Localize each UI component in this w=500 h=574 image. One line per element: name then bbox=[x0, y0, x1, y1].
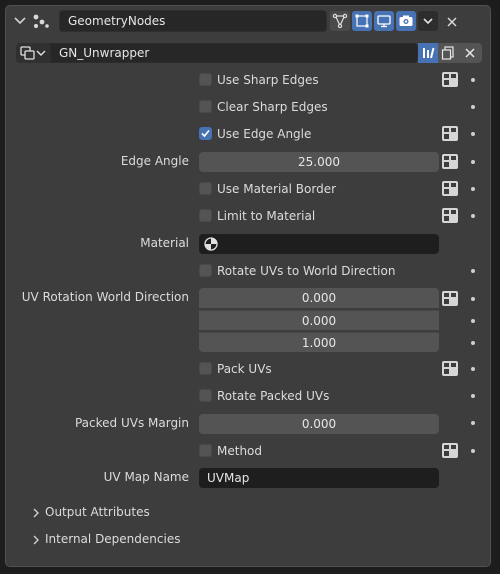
render-camera-icon[interactable] bbox=[396, 11, 416, 31]
rotate-uvs-checkbox[interactable] bbox=[199, 264, 212, 277]
clear-sharp-edges-label: Clear Sharp Edges bbox=[217, 100, 328, 114]
uv-rotation-label: UV Rotation World Direction bbox=[21, 290, 189, 304]
keyframe-dot-icon[interactable] bbox=[471, 187, 475, 191]
uv-map-name-field[interactable]: UVMap bbox=[199, 468, 439, 488]
material-label: Material bbox=[140, 236, 189, 250]
attribute-toggle-icon[interactable] bbox=[440, 442, 462, 460]
use-sharp-edges-checkbox[interactable] bbox=[199, 73, 212, 86]
packed-margin-field[interactable]: 0.000 bbox=[199, 414, 439, 434]
keyframe-dot-icon[interactable] bbox=[471, 269, 475, 273]
attribute-toggle-icon[interactable] bbox=[440, 125, 462, 143]
chevron-right-icon bbox=[33, 535, 39, 545]
keyframe-dot-icon[interactable] bbox=[471, 341, 475, 345]
keyframe-dot-icon[interactable] bbox=[471, 105, 475, 109]
chevron-right-icon bbox=[33, 508, 39, 518]
modifier-panel: GeometryNodes GN_Unwrapper Use Sharp Edg… bbox=[5, 5, 491, 567]
filter-icon[interactable] bbox=[330, 11, 350, 31]
attribute-toggle-icon[interactable] bbox=[440, 360, 462, 378]
keyframe-dot-icon[interactable] bbox=[471, 132, 475, 136]
uv-rotation-z-field[interactable]: 1.000 bbox=[199, 332, 439, 352]
output-attributes-label: Output Attributes bbox=[45, 505, 150, 519]
method-label: Method bbox=[217, 444, 263, 458]
use-edge-angle-checkbox[interactable] bbox=[199, 127, 212, 140]
edge-angle-label: Edge Angle bbox=[120, 154, 189, 168]
keyframe-dot-icon[interactable] bbox=[471, 214, 475, 218]
attribute-toggle-icon[interactable] bbox=[440, 153, 462, 171]
pack-uvs-checkbox[interactable] bbox=[199, 362, 212, 375]
clear-sharp-edges-checkbox[interactable] bbox=[199, 100, 212, 113]
node-group-browse-button[interactable] bbox=[16, 43, 50, 63]
attribute-toggle-icon[interactable] bbox=[440, 71, 462, 89]
keyframe-dot-icon[interactable] bbox=[471, 394, 475, 398]
uv-map-name-label: UV Map Name bbox=[103, 470, 189, 484]
modifier-name-field[interactable]: GeometryNodes bbox=[59, 10, 327, 32]
dropdown-chevron-icon[interactable] bbox=[418, 11, 438, 31]
internal-dependencies-label: Internal Dependencies bbox=[45, 532, 181, 546]
geometry-nodes-icon bbox=[30, 12, 52, 30]
attribute-toggle-icon[interactable] bbox=[440, 290, 462, 308]
limit-to-material-label: Limit to Material bbox=[217, 209, 316, 223]
use-material-border-label: Use Material Border bbox=[217, 182, 337, 196]
keyframe-dot-icon[interactable] bbox=[471, 160, 475, 164]
packed-margin-label: Packed UVs Margin bbox=[74, 416, 189, 430]
node-group-name-field[interactable]: GN_Unwrapper bbox=[50, 43, 418, 63]
collapse-chevron-icon[interactable] bbox=[13, 14, 27, 28]
use-material-border-checkbox[interactable] bbox=[199, 182, 212, 195]
keyframe-dot-icon[interactable] bbox=[471, 78, 475, 82]
attribute-toggle-icon[interactable] bbox=[440, 180, 462, 198]
use-edge-angle-label: Use Edge Angle bbox=[217, 127, 312, 141]
keyframe-dot-icon[interactable] bbox=[471, 297, 475, 301]
rotate-uvs-label: Rotate UVs to World Direction bbox=[217, 264, 396, 278]
rotate-packed-uvs-label: Rotate Packed UVs bbox=[217, 389, 330, 403]
edge-angle-field[interactable]: 25.000 bbox=[199, 152, 439, 172]
unlink-icon[interactable] bbox=[458, 43, 482, 63]
material-sphere-icon bbox=[204, 237, 218, 251]
duplicate-icon[interactable] bbox=[438, 43, 458, 63]
keyframe-dot-icon[interactable] bbox=[471, 319, 475, 323]
pack-uvs-label: Pack UVs bbox=[217, 362, 272, 376]
uv-rotation-y-field[interactable]: 0.000 bbox=[199, 310, 439, 330]
viewport-icon[interactable] bbox=[374, 11, 394, 31]
output-attributes-subpanel[interactable]: Output Attributes bbox=[31, 505, 231, 523]
fake-user-icon[interactable] bbox=[418, 43, 438, 63]
attribute-toggle-icon[interactable] bbox=[440, 207, 462, 225]
limit-to-material-checkbox[interactable] bbox=[199, 209, 212, 222]
method-checkbox[interactable] bbox=[199, 444, 212, 457]
keyframe-dot-icon[interactable] bbox=[471, 367, 475, 371]
keyframe-dot-icon[interactable] bbox=[471, 421, 475, 425]
use-sharp-edges-label: Use Sharp Edges bbox=[217, 73, 319, 87]
uv-rotation-x-field[interactable]: 0.000 bbox=[199, 288, 439, 308]
keyframe-dot-icon[interactable] bbox=[471, 449, 475, 453]
edit-mode-icon[interactable] bbox=[352, 11, 372, 31]
material-field[interactable] bbox=[199, 234, 439, 254]
rotate-packed-uvs-checkbox[interactable] bbox=[199, 389, 212, 402]
close-icon[interactable] bbox=[442, 12, 462, 32]
internal-dependencies-subpanel[interactable]: Internal Dependencies bbox=[31, 532, 231, 550]
